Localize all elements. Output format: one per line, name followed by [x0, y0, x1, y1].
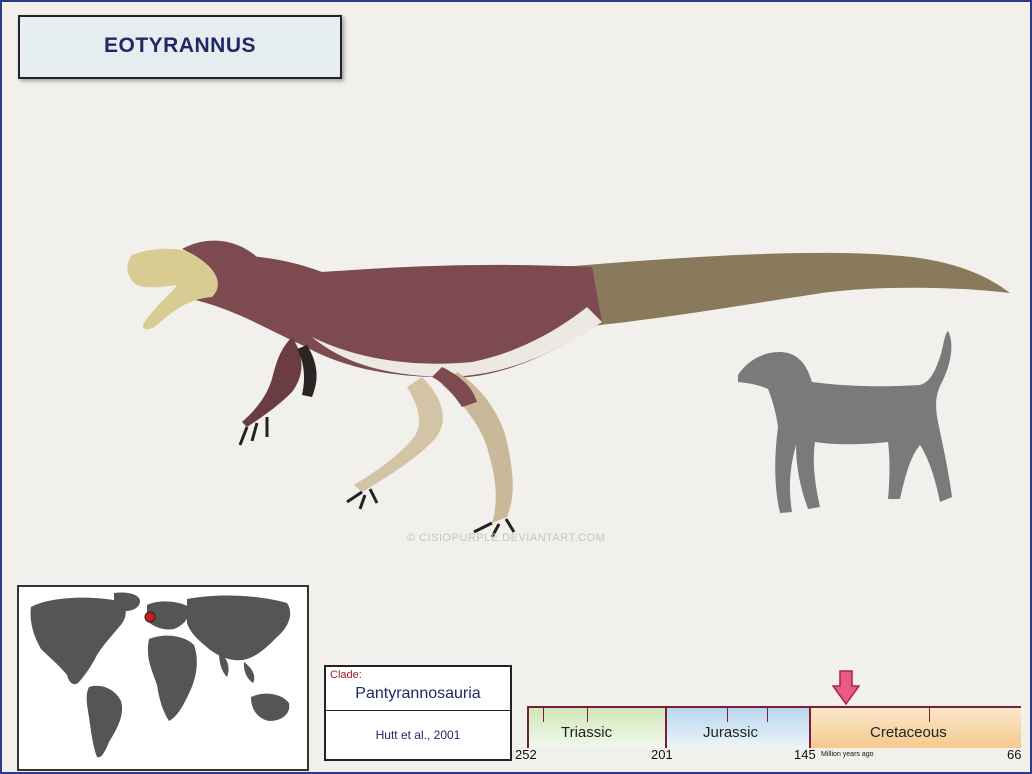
tick [587, 708, 588, 722]
poster-frame: EOTYRANNUS © CISIOPURPLE.DEVIANTART.COM [0, 0, 1032, 774]
tick [727, 708, 728, 722]
page-title: EOTYRANNUS [103, 34, 256, 57]
tick [929, 708, 930, 722]
clade-label: Clade: [330, 669, 362, 681]
clade-box: Clade: Pantyrannosauria Hutt et al., 200… [324, 665, 512, 761]
clade-divider [326, 710, 510, 711]
period-label-jurassic: Jurassic [703, 724, 759, 741]
title-box: EOTYRANNUS [18, 15, 342, 79]
tick-label-145: 145 [794, 747, 816, 762]
timeline-marker-arrow [831, 670, 861, 706]
watermark: © CISIOPURPLE.DEVIANTART.COM [407, 532, 606, 544]
period-label-cretaceous: Cretaceous [870, 724, 947, 741]
world-map [17, 585, 309, 771]
clade-author: Hutt et al., 2001 [375, 728, 461, 742]
period-label-triassic: Triassic [561, 724, 613, 741]
continents [30, 592, 291, 758]
timeline-unit: Million years ago [821, 751, 874, 758]
tick-label-66: 66 [1007, 747, 1022, 762]
tick [543, 708, 544, 722]
tick-label-201: 201 [651, 747, 673, 762]
human-scale-dog-silhouette [738, 331, 952, 513]
clade-name: Pantyrannosauria [355, 685, 481, 702]
geologic-timeline: Triassic Jurassic Cretaceous 252 201 145… [515, 670, 1022, 770]
tick-label-252: 252 [515, 747, 537, 762]
fossil-location-marker [144, 611, 156, 623]
tick [767, 708, 768, 722]
